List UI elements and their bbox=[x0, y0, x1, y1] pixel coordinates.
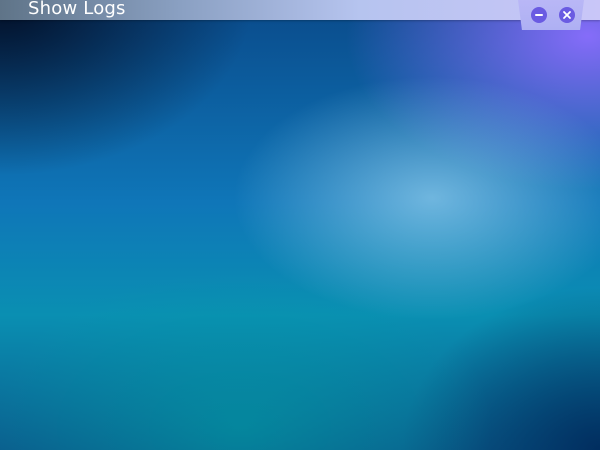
close-icon bbox=[563, 11, 571, 19]
window-title: Show Logs bbox=[28, 0, 126, 19]
desktop-background bbox=[0, 0, 600, 450]
close-button[interactable] bbox=[559, 7, 575, 23]
title-bar[interactable]: Show Logs bbox=[0, 0, 600, 20]
window-controls bbox=[518, 0, 584, 30]
minimize-button[interactable] bbox=[531, 7, 547, 23]
minus-icon bbox=[535, 14, 543, 16]
